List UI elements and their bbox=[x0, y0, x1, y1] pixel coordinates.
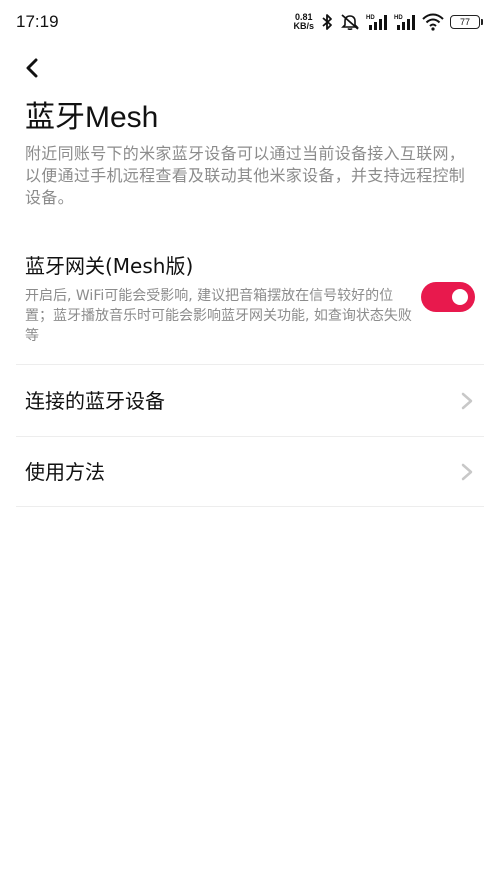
connected-devices-label: 连接的蓝牙设备 bbox=[25, 389, 165, 413]
mute-icon bbox=[340, 13, 360, 31]
battery-icon: 77 bbox=[450, 15, 483, 29]
toggle-knob bbox=[452, 289, 468, 305]
back-button[interactable] bbox=[16, 52, 48, 84]
divider bbox=[16, 364, 484, 365]
battery-level: 77 bbox=[459, 17, 470, 27]
gateway-setting-description: 开启后, WiFi可能会受影响, 建议把音箱摆放在信号较好的位置；蓝牙播放音乐时… bbox=[25, 288, 412, 344]
page-description: 附近同账号下的米家蓝牙设备可以通过当前设备接入互联网，以便通过手机远程查看及联动… bbox=[25, 144, 466, 207]
chevron-left-icon bbox=[26, 58, 38, 78]
gateway-setting-row: 蓝牙网关(Mesh版) 开启后, WiFi可能会受影响, 建议把音箱摆放在信号较… bbox=[0, 248, 500, 364]
status-time: 17:19 bbox=[16, 12, 59, 31]
divider bbox=[16, 506, 484, 507]
chevron-right-icon bbox=[461, 463, 473, 481]
network-speed-unit: KB/s bbox=[293, 21, 314, 31]
network-speed: 0.81 KB/s bbox=[293, 13, 314, 31]
bluetooth-icon bbox=[320, 13, 334, 31]
wifi-icon bbox=[422, 13, 444, 31]
usage-row[interactable]: 使用方法 bbox=[0, 437, 500, 507]
chevron-right-icon bbox=[461, 392, 473, 410]
status-bar: 17:19 0.81 KB/s HD HD 77 bbox=[0, 0, 500, 44]
gateway-setting-label: 蓝牙网关(Mesh版) bbox=[25, 254, 194, 278]
gateway-toggle[interactable] bbox=[421, 282, 475, 312]
connected-devices-row[interactable]: 连接的蓝牙设备 bbox=[0, 366, 500, 436]
signal-2-label: HD bbox=[394, 15, 403, 21]
page-title: 蓝牙Mesh bbox=[25, 101, 159, 134]
signal-icon: HD bbox=[366, 13, 388, 31]
status-icons: 0.81 KB/s HD HD 77 bbox=[293, 10, 483, 34]
signal-1-label: HD bbox=[366, 15, 375, 21]
signal-icon: HD bbox=[394, 13, 416, 31]
usage-label: 使用方法 bbox=[25, 460, 105, 484]
